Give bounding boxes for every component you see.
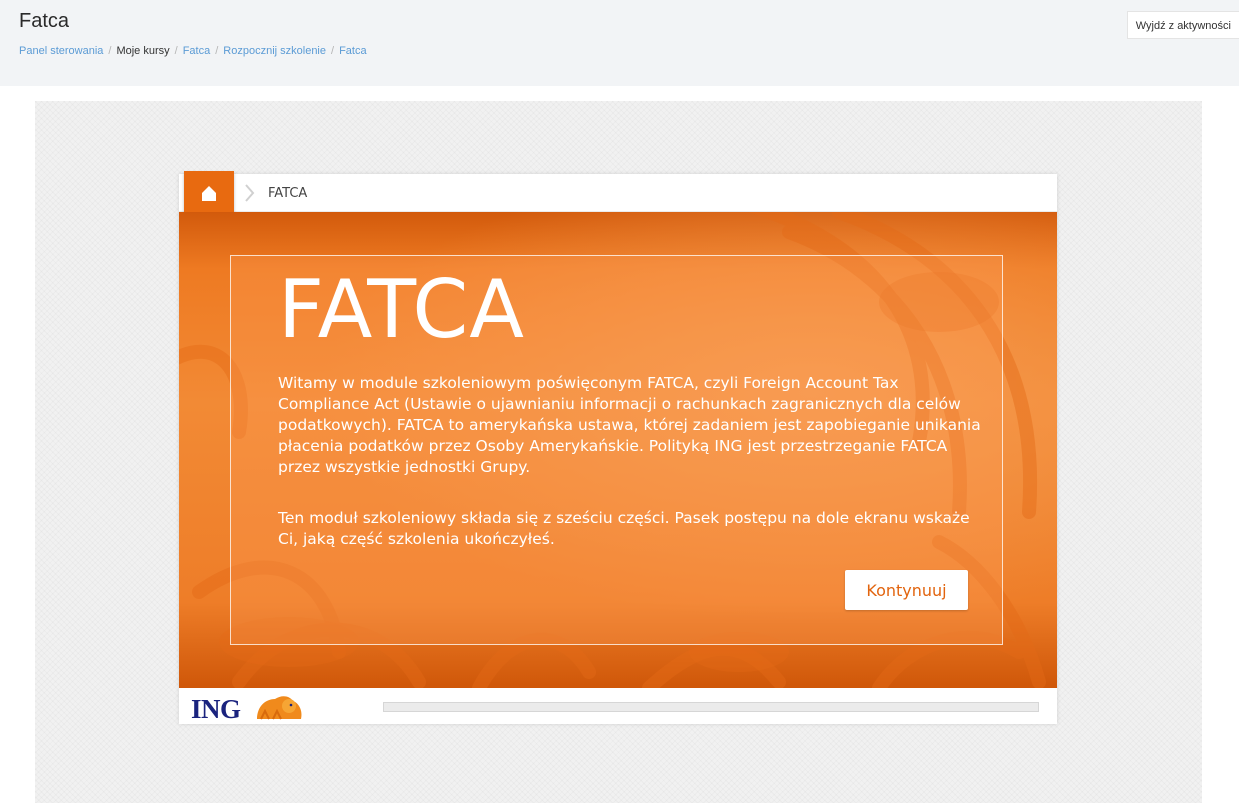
home-icon — [202, 186, 216, 201]
continue-button[interactable]: Kontynuuj — [845, 570, 968, 610]
hero-title: FATCA — [278, 263, 525, 356]
breadcrumb-item-my-courses: Moje kursy — [116, 45, 170, 57]
intro-content-box: FATCA Witamy w module szkoleniowym poświ… — [230, 255, 1003, 645]
page-title: Fatca — [19, 10, 70, 32]
ing-logo-text: ING — [191, 694, 241, 724]
slide-stage: FATCA Witamy w module szkoleniowym poświ… — [179, 212, 1057, 688]
course-frame: FATCA FATCA Witamy w module szkoleniowym… — [179, 171, 1057, 724]
breadcrumb-item-course[interactable]: Fatca — [183, 45, 211, 57]
breadcrumb-separator: / — [174, 45, 178, 57]
breadcrumb: Panel sterowania / Moje kursy / Fatca / Rozpoc… — [19, 45, 367, 57]
breadcrumb-item-activity[interactable]: Fatca — [339, 45, 367, 57]
home-button[interactable] — [184, 171, 234, 215]
course-topbar: FATCA — [179, 171, 1057, 215]
progress-bar — [383, 702, 1039, 712]
intro-paragraph: Witamy w module szkoleniowym poświęconym… — [278, 374, 981, 476]
breadcrumb-separator: / — [331, 45, 335, 57]
chevron-right-icon — [245, 184, 255, 202]
ing-lion-icon — [257, 696, 302, 720]
breadcrumb-separator: / — [108, 45, 112, 57]
exit-activity-button[interactable]: Wyjdź z aktywności — [1126, 11, 1239, 39]
breadcrumb-item-panel[interactable]: Panel sterowania — [19, 45, 103, 57]
breadcrumb-item-start-training[interactable]: Rozpocznij szkolenie — [223, 45, 326, 57]
breadcrumb-separator: / — [215, 45, 219, 57]
page-header: Fatca Panel sterowania / Moje kursy / Fatca /… — [0, 0, 1239, 86]
modules-paragraph: Ten moduł szkoleniowy składa się z sześc… — [278, 509, 970, 548]
course-footer: ING — [179, 688, 1057, 724]
course-nav-label: FATCA — [268, 186, 308, 201]
